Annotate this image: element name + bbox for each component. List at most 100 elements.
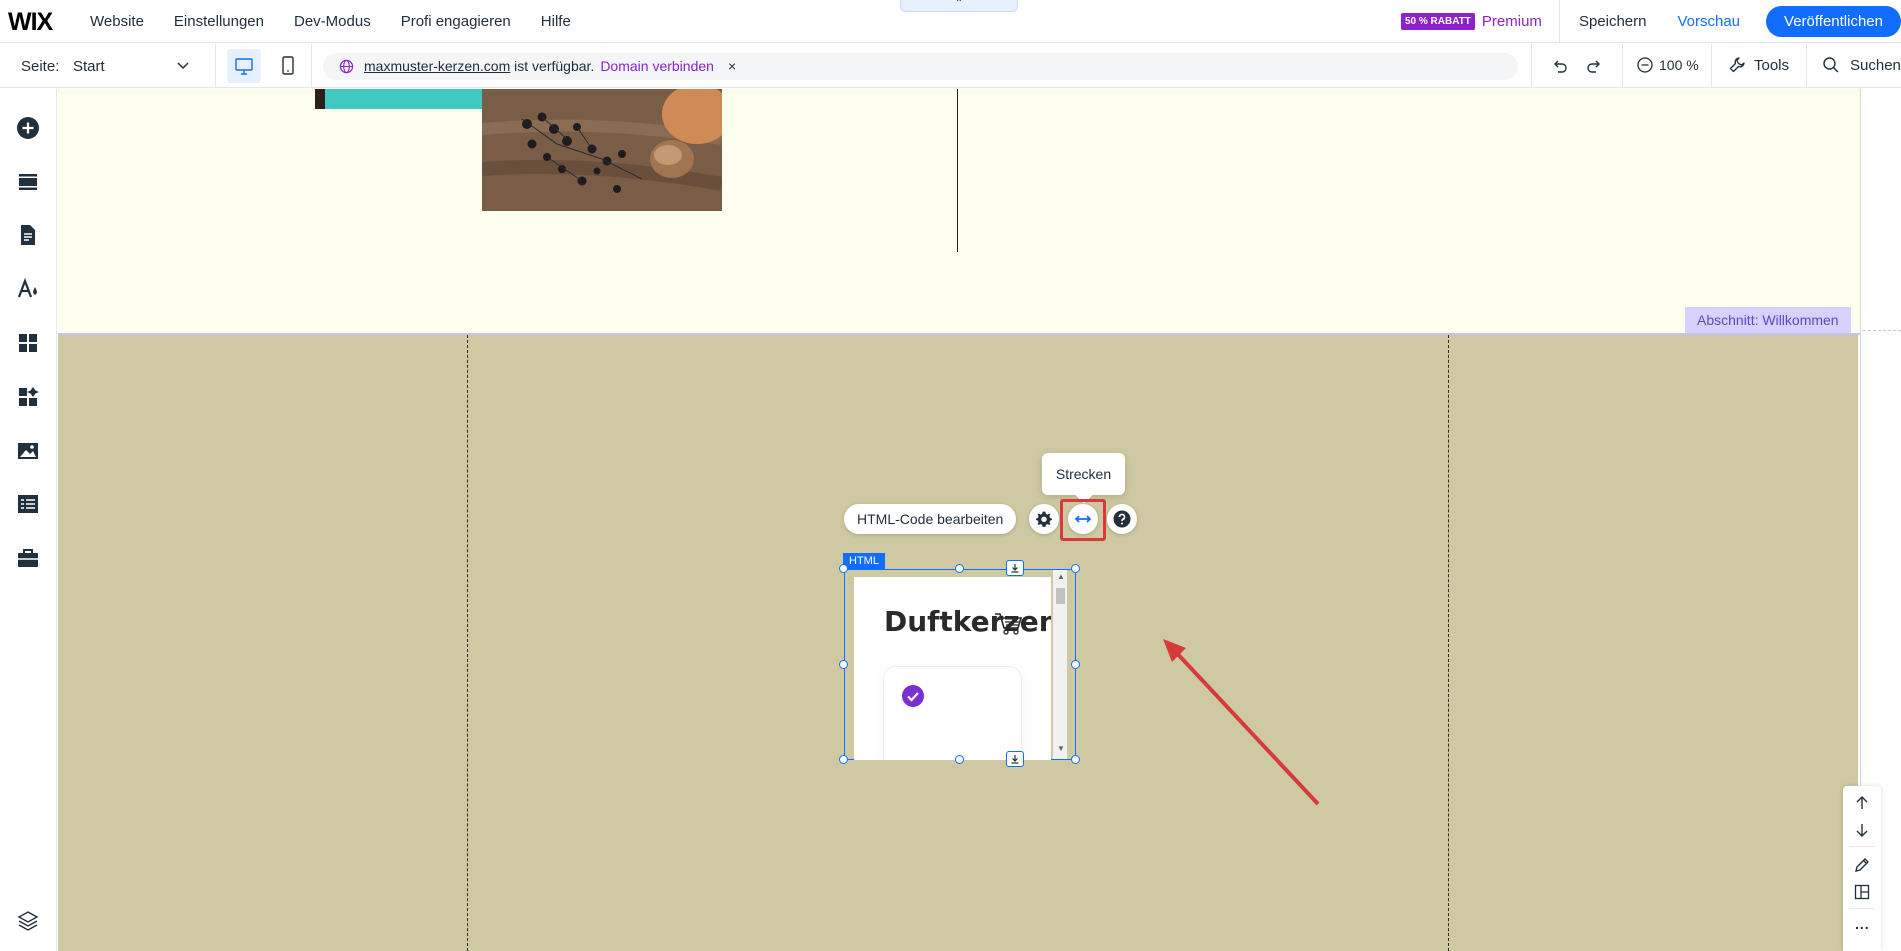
- grid-guide-right: [1448, 335, 1449, 951]
- undo-icon[interactable]: [1550, 56, 1570, 76]
- connect-domain-link[interactable]: Domain verbinden: [600, 58, 714, 74]
- sections-icon[interactable]: [16, 170, 40, 194]
- main-menu: Website Einstellungen Dev-Modus Profi en…: [90, 0, 601, 43]
- layers-icon[interactable]: [16, 909, 40, 933]
- resize-handle-top-left[interactable]: [839, 564, 848, 573]
- grid-guide-left: [467, 335, 468, 951]
- left-sidebar: [0, 89, 57, 951]
- menu-help[interactable]: Hilfe: [541, 13, 571, 30]
- zoom-level: 100 %: [1659, 57, 1699, 73]
- domain-text: maxmuster-kerzen.com ist verfügbar. Domai…: [364, 58, 736, 74]
- top-anchor-handle[interactable]: [1006, 560, 1024, 576]
- resize-handle-bottom-right[interactable]: [1071, 755, 1080, 764]
- preview-button[interactable]: Vorschau: [1665, 13, 1766, 30]
- menu-settings[interactable]: Einstellungen: [174, 13, 264, 30]
- download-anchor-icon: [1011, 564, 1019, 573]
- desktop-view-button[interactable]: [227, 49, 261, 83]
- save-button[interactable]: Speichern: [1560, 13, 1666, 30]
- top-bar: WIX Website Einstellungen Dev-Modus Prof…: [0, 0, 1901, 43]
- scroll-down-arrow[interactable]: ▼: [1057, 744, 1065, 753]
- layout-icon[interactable]: [1853, 883, 1871, 901]
- top-right-actions: 50 % RABATT Premium Speichern Vorschau V…: [1400, 0, 1901, 43]
- product-card: [884, 667, 1021, 760]
- image-edge: [315, 89, 325, 109]
- domain-status: ist verfügbar.: [514, 58, 595, 74]
- desktop-icon: [235, 58, 253, 75]
- page-label: Seite:: [21, 58, 60, 75]
- divider: [1806, 44, 1807, 88]
- close-domain-notice-button[interactable]: ×: [728, 58, 736, 74]
- stretch-tooltip: Strecken: [1042, 453, 1125, 495]
- menu-website[interactable]: Website: [90, 13, 144, 30]
- search-button[interactable]: Suchen: [1822, 56, 1901, 74]
- discount-badge[interactable]: 50 % RABATT: [1400, 13, 1475, 30]
- resize-handle-left[interactable]: [839, 660, 848, 669]
- apps-icon[interactable]: [16, 331, 40, 355]
- section-boundary-mark: [1863, 330, 1901, 331]
- gear-icon: [1036, 511, 1052, 527]
- design-icon[interactable]: [16, 277, 40, 301]
- business-apps-icon[interactable]: [16, 385, 40, 409]
- right-tools-panel: ...: [1843, 786, 1881, 951]
- vertical-line[interactable]: [957, 89, 958, 252]
- menu-hire-professional[interactable]: Profi engagieren: [401, 13, 511, 30]
- divider: [215, 44, 216, 88]
- section-welcome[interactable]: Abschnitt: Willkommen: [58, 89, 1860, 333]
- divider: [1622, 44, 1623, 88]
- media-icon[interactable]: [16, 439, 40, 463]
- divider: [311, 44, 312, 88]
- scroll-up-arrow[interactable]: ▲: [1057, 572, 1065, 581]
- help-button[interactable]: [1107, 504, 1137, 534]
- pages-icon[interactable]: [16, 223, 40, 247]
- chevron-down-icon[interactable]: [175, 57, 191, 73]
- editor-canvas[interactable]: Abschnitt: Willkommen Strecken HTML-Code…: [58, 89, 1901, 951]
- html-embed-content[interactable]: Duftkerzen: [854, 577, 1051, 760]
- search-icon: [1823, 57, 1839, 73]
- resize-handle-bottom-left[interactable]: [839, 755, 848, 764]
- menu-dev-mode[interactable]: Dev-Modus: [294, 13, 371, 30]
- resize-handle-bottom[interactable]: [955, 755, 964, 764]
- wix-logo[interactable]: WIX: [8, 8, 53, 37]
- cart-icon: [995, 613, 1023, 635]
- wrench-icon: [1729, 57, 1745, 73]
- cms-icon[interactable]: [16, 492, 40, 516]
- divider: [1531, 44, 1532, 88]
- divider: [1849, 908, 1875, 909]
- teal-strip-image[interactable]: [315, 89, 485, 109]
- divider: [1849, 846, 1875, 847]
- divider: [1711, 44, 1712, 88]
- section-label[interactable]: Abschnitt: Willkommen: [1685, 307, 1851, 333]
- edit-html-code-button[interactable]: HTML-Code bearbeiten: [844, 504, 1017, 534]
- premium-link[interactable]: Premium: [1482, 13, 1542, 30]
- html-element-tag[interactable]: HTML: [843, 553, 885, 569]
- move-down-icon[interactable]: [1853, 821, 1871, 839]
- page-selector[interactable]: Start: [73, 58, 105, 75]
- editor-toolbar: Seite: Start maxmuster-kerzen.com ist ve…: [0, 44, 1901, 88]
- publish-button[interactable]: Veröffentlichen: [1766, 6, 1901, 37]
- tools-button[interactable]: Tools: [1728, 56, 1789, 74]
- html-title: Duftkerzen: [884, 605, 1051, 638]
- portfolio-icon[interactable]: [16, 546, 40, 570]
- resize-handle-top-right[interactable]: [1071, 564, 1080, 573]
- settings-button[interactable]: [1029, 504, 1059, 534]
- scrollbar[interactable]: ▲ ▼: [1053, 570, 1067, 759]
- bottom-anchor-handle[interactable]: [1006, 751, 1024, 767]
- zoom-control[interactable]: 100 %: [1636, 56, 1699, 74]
- html-embed-element[interactable]: Duftkerzen ▲ ▼: [844, 569, 1076, 760]
- resize-handle-right[interactable]: [1071, 660, 1080, 669]
- resize-handle-top[interactable]: [955, 564, 964, 573]
- globe-icon: [339, 59, 354, 74]
- edit-icon[interactable]: [1853, 856, 1871, 874]
- help-icon: [1113, 510, 1131, 528]
- redo-icon[interactable]: [1584, 56, 1604, 76]
- collapse-topbar-tab[interactable]: ⌃: [900, 0, 1018, 12]
- berries-image: [482, 89, 722, 211]
- annotation-arrow: [1163, 639, 1320, 806]
- scroll-thumb[interactable]: [1056, 588, 1065, 604]
- mobile-view-icon[interactable]: [275, 53, 301, 79]
- domain-name-link[interactable]: maxmuster-kerzen.com: [364, 58, 510, 74]
- move-up-icon[interactable]: [1853, 794, 1871, 812]
- add-icon[interactable]: [16, 116, 40, 140]
- more-icon[interactable]: ...: [1855, 916, 1870, 932]
- candle-photo[interactable]: [482, 89, 722, 211]
